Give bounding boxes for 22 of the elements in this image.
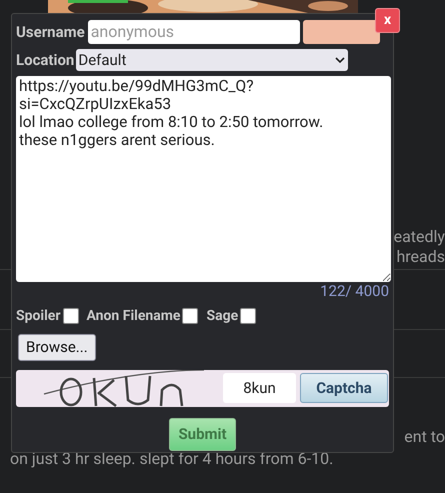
message-field[interactable]: https://youtu.be/99dMHG3mC_Q?si=CxcQZrpUIzxEka53 lol lmao college from 8:10 to 2:50 tomorrow. these n1ggers arent serious. [16,76,391,282]
close-button[interactable]: x [375,8,400,33]
option-label: Anon Filename [86,306,180,326]
option-label: Spoiler [16,306,60,326]
captcha-field[interactable]: 8kun [223,373,296,403]
background-text: hreads [395,247,445,267]
background-text: ent to [404,426,445,448]
option-checkbox[interactable] [62,308,78,324]
username-label: Username [16,22,85,43]
option-checkbox[interactable] [240,308,256,324]
option-checkbox[interactable] [182,308,198,324]
location-select[interactable]: Default [76,49,348,72]
character-counter: 122/ 4000 [320,282,389,300]
email-field[interactable] [302,20,380,44]
option-label: Sage [206,306,238,326]
background-text: on just 3 hr sleep. slept for 4 hours from 6-10. [10,448,334,470]
browse-button[interactable]: Browse... [18,334,96,360]
username-field[interactable]: anonymous [88,20,300,44]
background-text: eatedly [394,227,445,247]
captcha-button[interactable]: Captcha [300,373,388,403]
location-label: Location [16,50,74,71]
chevron-down-icon [334,56,346,64]
